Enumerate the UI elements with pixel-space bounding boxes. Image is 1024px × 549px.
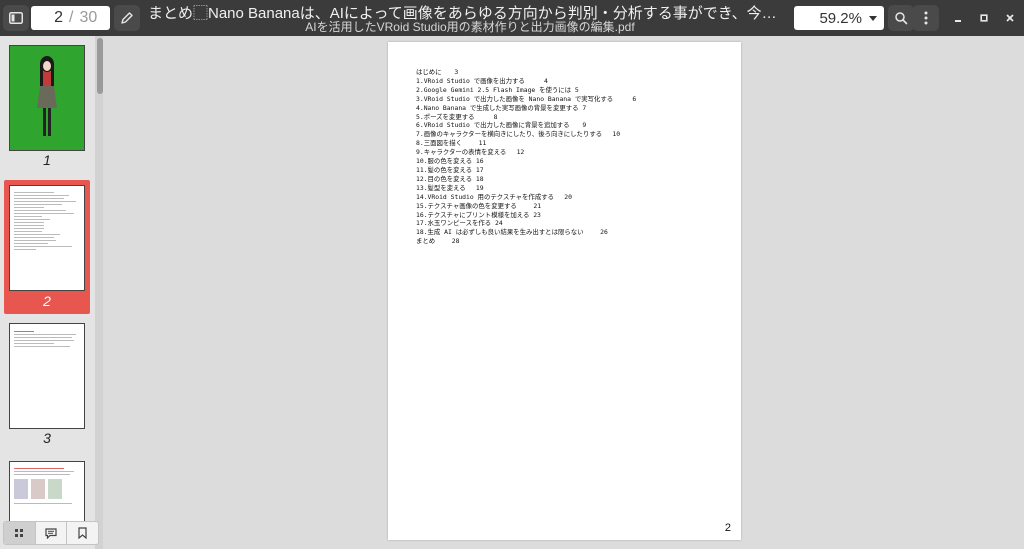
toc-entry[interactable]: 13.髪型を変える 19: [416, 184, 636, 193]
toc-entry[interactable]: 6.VRoid Studio で出力した画像に背景を追加する 9: [416, 121, 636, 130]
toc-entry[interactable]: はじめに 3: [416, 68, 636, 77]
toc-entry[interactable]: 2.Google Gemini 2.5 Flash Image を使うには 5: [416, 86, 636, 95]
sidebar-toggle-icon: [9, 12, 23, 24]
toc-entry[interactable]: 11.髪の色を変える 17: [416, 166, 636, 175]
toc-entry[interactable]: 17.水玉ワンピースを作る 24: [416, 219, 636, 228]
comment-icon: [45, 527, 57, 539]
toc-entry[interactable]: 8.三面図を描く 11: [416, 139, 636, 148]
toc-entry[interactable]: 1.VRoid Studio で画像を出力する 4: [416, 77, 636, 86]
bookmark-icon: [78, 527, 87, 539]
sidebar-toggle-button[interactable]: [3, 5, 29, 31]
close-icon: [1006, 14, 1014, 22]
sidebar-view-switcher: [3, 521, 99, 545]
toc-entry[interactable]: 9.キャラクターの表情を変える 12: [416, 148, 636, 157]
document-page: はじめに 3 1.VRoid Studio で画像を出力する 4 2.Google …: [388, 42, 741, 540]
page-footer-number: 2: [724, 522, 731, 534]
toc-entry[interactable]: 15.テクスチャ画像の色を変更する 21: [416, 202, 636, 211]
maximize-button[interactable]: [972, 6, 996, 30]
thumbnail-page-3[interactable]: 3: [4, 318, 90, 448]
toc-entry[interactable]: 18.生成 AI は必ずしも良い結果を生み出すとは限らない 26: [416, 228, 636, 237]
thumbnail-image: [9, 185, 85, 291]
sidebar-scrollbar-track[interactable]: [95, 36, 103, 549]
toc-entry[interactable]: 12.目の色を変える 18: [416, 175, 636, 184]
thumbnail-label: 3: [43, 430, 51, 446]
zoom-select[interactable]: 59.2%: [794, 6, 884, 30]
character-figure: [37, 56, 57, 136]
thumbnail-image: [9, 45, 85, 151]
thumbnail-image: [9, 323, 85, 429]
grid-icon: [15, 529, 24, 537]
total-pages: 30: [79, 9, 98, 26]
toc-entry[interactable]: 4.Nano Banana で生成した実写画像の背景を変更する 7: [416, 104, 636, 113]
sidebar-scrollbar-thumb[interactable]: [97, 38, 103, 94]
kebab-menu-icon: [924, 11, 928, 25]
thumbnail-sidebar: 1 2 3: [0, 36, 102, 549]
caret-down-icon: [869, 16, 877, 21]
thumbnail-label: 2: [43, 293, 51, 309]
page-number-field[interactable]: 2 / 30: [31, 6, 110, 30]
thumbnail-page-2[interactable]: 2: [4, 180, 90, 314]
thumbnail-label: 1: [43, 152, 51, 168]
toc-entry[interactable]: 10.服の色を変える 16: [416, 157, 636, 166]
thumbnails-view-button[interactable]: [4, 522, 36, 544]
search-button[interactable]: [888, 5, 914, 31]
minimize-button[interactable]: [946, 6, 970, 30]
page-separator: /: [69, 9, 74, 26]
toc-entry[interactable]: 7.画像のキャラクターを横向きにしたり、後ろ向きにしたりする 10: [416, 130, 636, 139]
current-page-input[interactable]: 2: [31, 9, 63, 27]
document-filename: AIを活用したVRoid Studio用の素材作りと出力画像の編集.pdf: [305, 20, 635, 34]
toc-entry[interactable]: まとめ 28: [416, 237, 636, 246]
edit-button[interactable]: [114, 5, 140, 31]
close-button[interactable]: [998, 6, 1022, 30]
bookmarks-view-button[interactable]: [67, 522, 98, 544]
title-bar: 2 / 30 まとめ⬚Nano Bananaは、AIによって画像をあらゆる方向か…: [0, 0, 1024, 36]
table-of-contents: はじめに 3 1.VRoid Studio で画像を出力する 4 2.Google …: [416, 68, 636, 246]
cover-thumbnail: [10, 46, 84, 150]
annotations-view-button[interactable]: [36, 522, 68, 544]
thumbnail-page-1[interactable]: 1: [4, 40, 90, 170]
toc-entry[interactable]: 3.VRoid Studio で出力した画像を Nano Banana で実写化…: [416, 95, 636, 104]
search-icon: [895, 12, 908, 25]
toc-entry[interactable]: 14.VRoid Studio 用のテクスチャを作成する 20: [416, 193, 636, 202]
zoom-value: 59.2%: [819, 9, 862, 27]
minimize-icon: [955, 20, 961, 22]
maximize-icon: [980, 14, 988, 22]
pencil-icon: [121, 12, 133, 24]
more-menu-button[interactable]: [913, 5, 939, 31]
